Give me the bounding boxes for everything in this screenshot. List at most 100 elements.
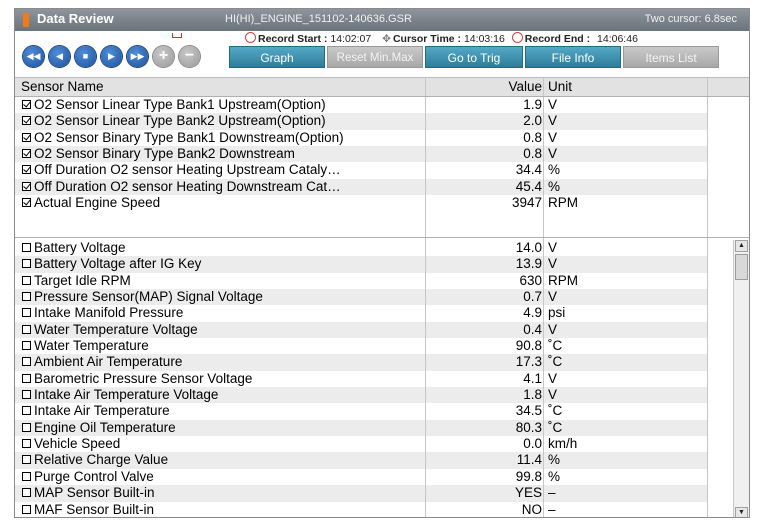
sensor-unit: V — [548, 387, 558, 403]
sensor-name-text: O2 Sensor Binary Type Bank2 Downstream — [34, 146, 295, 162]
sensor-checkbox[interactable] — [22, 165, 31, 175]
sensor-checkbox[interactable] — [22, 100, 31, 109]
sensor-name-text: Target Idle RPM — [34, 272, 131, 288]
sensor-row[interactable]: O2 Sensor Linear Type Bank2 Upstream(Opt… — [15, 113, 707, 130]
column-divider — [707, 97, 708, 237]
sensor-row[interactable]: Ambient Air Temperature 17.3 ˚C — [15, 354, 707, 371]
sensor-checkbox[interactable] — [22, 259, 31, 269]
col-sensor-name[interactable]: Sensor Name — [21, 79, 104, 94]
sensor-checkbox[interactable] — [22, 504, 31, 514]
column-divider — [707, 238, 708, 517]
sensor-row[interactable]: Off Duration O2 sensor Heating Upstream … — [15, 162, 707, 178]
sensor-unit: ˚C — [548, 419, 563, 435]
sensor-name: Pressure Sensor(MAP) Signal Voltage — [22, 289, 263, 305]
sensor-row[interactable]: Intake Air Temperature 34.5 ˚C — [15, 403, 707, 419]
toolbar: Record Start : 14:02:07 ✥ Cursor Time : 1… — [15, 31, 749, 77]
sensor-row[interactable]: MAP Sensor Built-in YES – — [15, 485, 707, 502]
sensor-checkbox[interactable] — [22, 390, 31, 400]
sensor-row[interactable]: O2 Sensor Linear Type Bank1 Upstream(Opt… — [15, 97, 707, 113]
sensor-checkbox[interactable] — [22, 357, 31, 367]
sensor-checkbox[interactable] — [22, 471, 31, 481]
sensor-name-text: Intake Manifold Pressure — [34, 305, 184, 321]
stop-button[interactable]: ■ — [75, 46, 96, 67]
reset-min-max-button[interactable]: Reset Min.Max — [327, 46, 423, 68]
sensor-checkbox[interactable] — [22, 373, 31, 383]
sensor-name-text: Ambient Air Temperature — [34, 354, 183, 370]
sensor-checkbox[interactable] — [22, 292, 31, 302]
column-divider — [425, 78, 426, 96]
sensor-name-text: Off Duration O2 sensor Heating Upstream … — [34, 162, 341, 178]
sensor-name: MAF Sensor Built-in — [22, 502, 154, 518]
sensor-value: 4.1 — [523, 370, 542, 386]
sensor-row[interactable]: Barometric Pressure Sensor Voltage 4.1 V — [15, 371, 707, 387]
title-bar: Data Review HI(HI)_ENGINE_151102-140636.… — [15, 9, 749, 31]
sensor-row[interactable]: MAF Sensor Built-in NO – — [15, 502, 707, 518]
sensor-checkbox[interactable] — [22, 439, 31, 449]
col-unit[interactable]: Unit — [548, 79, 572, 94]
play-button[interactable]: ▶ — [101, 46, 122, 67]
sensor-row[interactable]: Battery Voltage after IG Key 13.9 V — [15, 256, 707, 273]
sensor-unit: V — [548, 289, 558, 305]
sensor-name-text: MAF Sensor Built-in — [34, 501, 155, 517]
sensor-value: 0.0 — [523, 436, 542, 452]
col-value[interactable]: Value — [427, 79, 542, 94]
sensor-name-text: Relative Charge Value — [34, 452, 169, 468]
sensor-row[interactable]: Water Temperature 90.8 ˚C — [15, 338, 707, 354]
sensor-checkbox[interactable] — [22, 341, 31, 351]
graph-button[interactable]: Graph — [229, 46, 325, 68]
sensor-checkbox[interactable] — [22, 406, 31, 416]
go-to-trig-button[interactable]: Go to Trig — [425, 46, 523, 68]
sensor-checkbox[interactable] — [22, 275, 31, 285]
sensor-row[interactable]: O2 Sensor Binary Type Bank1 Downstream(O… — [15, 130, 707, 146]
items-list-button[interactable]: Items List — [623, 46, 719, 68]
scroll-down-button[interactable]: ▼ — [735, 507, 748, 517]
sensor-checkbox[interactable] — [22, 116, 31, 126]
fast-forward-icon: ▶▶ — [130, 51, 145, 61]
vertical-scrollbar[interactable]: ▲ ▼ — [733, 240, 749, 517]
sensor-checkbox[interactable] — [22, 243, 31, 252]
sensor-checkbox[interactable] — [22, 324, 31, 334]
sensor-row[interactable]: Pressure Sensor(MAP) Signal Voltage 0.7 V — [15, 289, 707, 306]
sensor-name-text: Water Temperature Voltage — [34, 321, 198, 337]
rewind-button[interactable]: ◀◀ — [23, 46, 44, 67]
file-info-button[interactable]: File Info — [525, 46, 621, 68]
sensor-row[interactable]: Battery Voltage 14.0 V — [15, 240, 707, 256]
sensor-checkbox[interactable] — [22, 422, 31, 432]
fast-forward-button[interactable]: ▶▶ — [127, 46, 148, 67]
sensor-checkbox[interactable] — [22, 149, 31, 159]
sensor-checkbox[interactable] — [22, 198, 31, 208]
sensor-row[interactable]: Off Duration O2 sensor Heating Downstrea… — [15, 178, 707, 196]
sensor-checkbox[interactable] — [22, 308, 31, 318]
sensor-checkbox[interactable] — [22, 132, 31, 142]
sensor-row[interactable]: Water Temperature Voltage 0.4 V — [15, 321, 707, 339]
sensor-checkbox[interactable] — [22, 181, 31, 191]
sensor-row[interactable]: O2 Sensor Binary Type Bank2 Downstream 0.… — [15, 146, 707, 163]
cursor-time-label: Cursor Time : — [392, 33, 462, 45]
sensor-checkbox[interactable] — [22, 455, 31, 465]
cursor-time-value: 14:03:16 — [463, 33, 505, 45]
sensor-name: Off Duration O2 sensor Heating Upstream … — [22, 162, 341, 178]
sensor-row[interactable]: Relative Charge Value 11.4% — [15, 452, 707, 469]
sensor-row[interactable]: Intake Air Temperature Voltage 1.8 V — [15, 387, 707, 404]
sensor-row[interactable]: Engine Oil Temperature 80.3 ˚C — [15, 419, 707, 437]
scroll-thumb[interactable] — [735, 254, 748, 280]
clock-icon — [245, 32, 256, 43]
sensor-name-text: Intake Air Temperature Voltage — [34, 387, 219, 403]
sensor-value: 0.4 — [523, 321, 542, 337]
sensor-row[interactable]: Actual Engine Speed 3947 RPM — [15, 195, 707, 211]
zoom-in-button[interactable]: + — [153, 46, 174, 67]
sensor-row[interactable]: Target Idle RPM 630 RPM — [15, 273, 707, 289]
zoom-out-button[interactable]: − — [179, 46, 200, 67]
sensor-row[interactable]: Vehicle Speed 0.0 km/h — [15, 436, 707, 452]
step-back-button[interactable]: ◀ — [49, 46, 70, 67]
sensor-value: 1.9 — [523, 97, 542, 112]
sensor-checkbox[interactable] — [22, 488, 31, 498]
sensor-value: 80.3 — [515, 419, 542, 435]
sensor-name-text: O2 Sensor Binary Type Bank1 Downstream(O… — [34, 129, 344, 145]
sensor-row[interactable]: Purge Control Valve 99.8% — [15, 469, 707, 485]
sensor-name-text: Off Duration O2 sensor Heating Downstrea… — [34, 178, 341, 194]
sensor-row[interactable]: Intake Manifold Pressure 4.9 psi — [15, 305, 707, 321]
sensor-name: O2 Sensor Binary Type Bank1 Downstream(O… — [22, 130, 344, 146]
sensor-name-text: Battery Voltage — [34, 240, 126, 255]
scroll-up-button[interactable]: ▲ — [735, 240, 748, 252]
